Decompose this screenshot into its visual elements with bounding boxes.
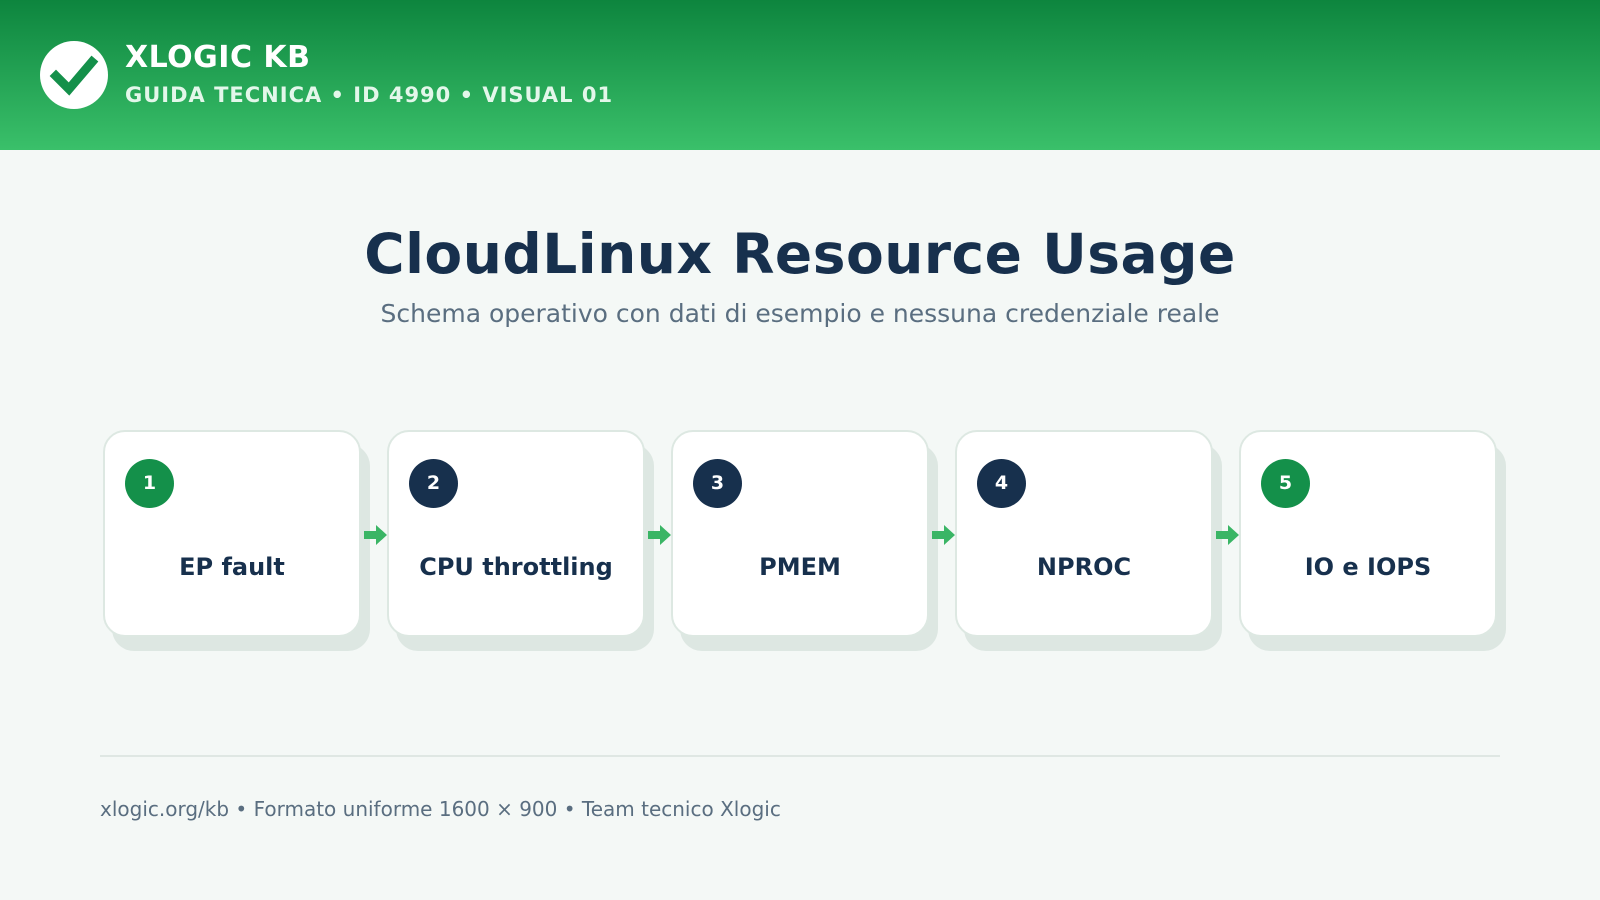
step-card-5: 5 IO e IOPS — [1239, 430, 1497, 637]
page-subtitle: Schema operativo con dati di esempio e n… — [380, 299, 1220, 328]
page-title: CloudLinux Resource Usage — [364, 222, 1236, 286]
arrow-right-icon — [648, 524, 672, 546]
brand-subtitle: GUIDA TECNICA • ID 4990 • VISUAL 01 — [125, 83, 614, 107]
arrow-right-icon — [1216, 524, 1240, 546]
step-number-badge: 4 — [977, 459, 1026, 508]
step-label: NPROC — [1036, 553, 1132, 581]
brand-title: XLOGIC KB — [125, 40, 311, 75]
footer-text: xlogic.org/kb • Formato uniforme 1600 × … — [100, 797, 781, 821]
step-card-1: 1 EP fault — [103, 430, 361, 637]
step-card-2: 2 CPU throttling — [387, 430, 645, 637]
step-label: EP fault — [179, 553, 285, 581]
arrow-right-icon — [932, 524, 956, 546]
step-card-3: 3 PMEM — [671, 430, 929, 637]
arrow-right-icon — [364, 524, 388, 546]
step-label: PMEM — [759, 553, 841, 581]
step-card-4: 4 NPROC — [955, 430, 1213, 637]
step-label: IO e IOPS — [1304, 553, 1432, 581]
check-icon — [49, 55, 99, 96]
footer-divider — [100, 755, 1500, 757]
step-number-badge: 1 — [125, 459, 174, 508]
step-number-badge: 3 — [693, 459, 742, 508]
header-banner: XLOGIC KB GUIDA TECNICA • ID 4990 • VISU… — [0, 0, 1600, 150]
logo — [40, 41, 108, 109]
step-number-badge: 5 — [1261, 459, 1310, 508]
step-number-badge: 2 — [409, 459, 458, 508]
step-label: CPU throttling — [419, 553, 613, 581]
